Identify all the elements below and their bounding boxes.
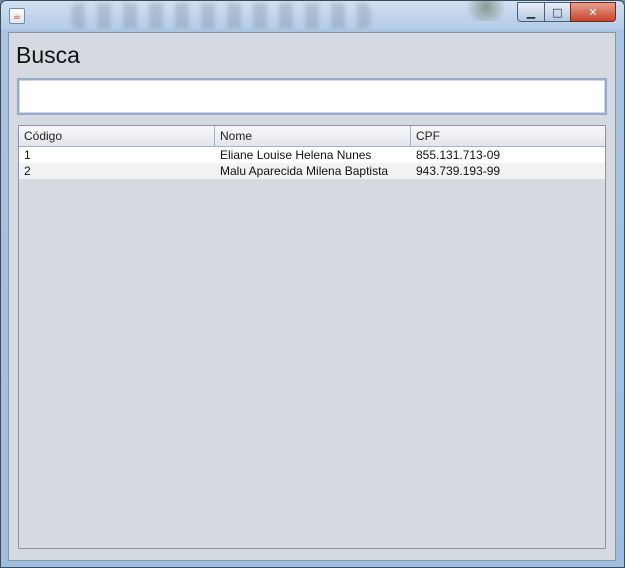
cell-cpf: 943.739.193-99 [416,164,501,178]
content-panel: Busca Código Nome CPF 1 Eliane Louise He… [8,32,616,561]
maximize-icon: □ [552,5,563,19]
close-icon: ✕ [588,5,598,19]
column-header-codigo[interactable]: Código [19,126,215,147]
window-controls: ▁ □ ✕ [517,2,616,22]
title-bar-background [71,3,371,29]
close-button[interactable]: ✕ [570,2,616,22]
title-bar-background-highlight [461,1,511,21]
cell-codigo: 1 [24,148,31,162]
minimize-button[interactable]: ▁ [517,2,544,22]
table-row[interactable]: 1 Eliane Louise Helena Nunes 855.131.713… [19,147,605,163]
search-input[interactable] [17,78,607,115]
maximize-button[interactable]: □ [544,2,570,22]
cell-nome: Malu Aparecida Milena Baptista [220,164,389,178]
cell-nome: Eliane Louise Helena Nunes [220,148,372,162]
results-table[interactable]: Código Nome CPF 1 Eliane Louise Helena N… [18,125,606,549]
column-header-cpf[interactable]: CPF [411,126,605,147]
cell-codigo: 2 [24,164,31,178]
app-window: ☕ ▁ □ ✕ Busca Código Nome CPF 1 Eliane L… [0,0,625,568]
title-bar[interactable]: ☕ ▁ □ ✕ [1,1,624,29]
java-icon[interactable]: ☕ [9,8,25,24]
page-title: Busca [16,42,80,68]
cell-cpf: 855.131.713-09 [416,148,501,162]
table-header: Código Nome CPF [19,126,605,147]
minimize-icon: ▁ [526,5,536,19]
column-header-nome[interactable]: Nome [215,126,411,147]
table-row[interactable]: 2 Malu Aparecida Milena Baptista 943.739… [19,163,605,179]
